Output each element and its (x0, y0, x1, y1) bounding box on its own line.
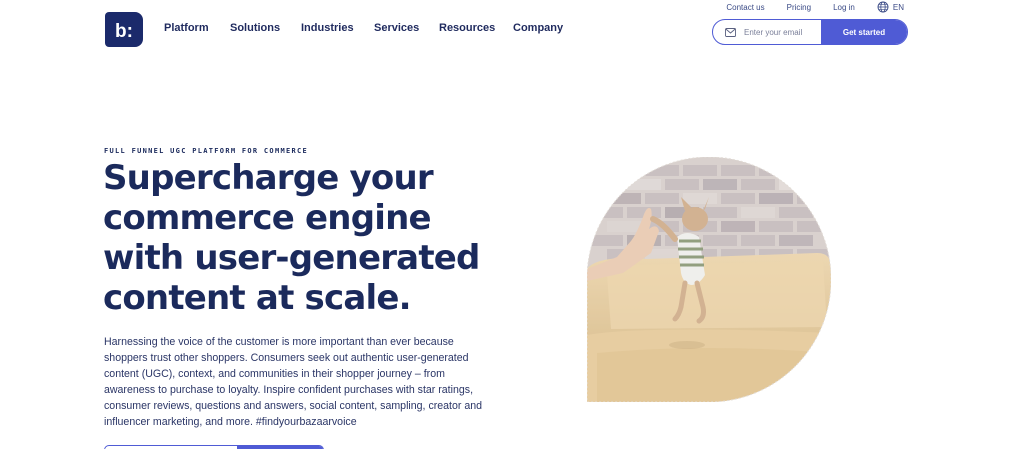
email-field-wrapper (713, 20, 821, 44)
nav-platform[interactable]: Platform (164, 22, 230, 34)
headline-line: Supercharge your (103, 158, 434, 198)
globe-icon (877, 1, 889, 13)
nav-company[interactable]: Company (513, 22, 573, 34)
main-nav: Platform Solutions Industries Services R… (164, 22, 573, 34)
headline-line: content at scale. (103, 278, 412, 318)
logo-glyph: b: (115, 21, 133, 42)
hero-cta-group[interactable] (104, 445, 324, 449)
pricing-link[interactable]: Pricing (787, 3, 811, 12)
headline-line: with user-generated (103, 238, 480, 278)
headline-line: commerce engine (103, 198, 432, 238)
get-started-button[interactable]: Get started (821, 20, 907, 44)
login-link[interactable]: Log in (833, 3, 855, 12)
dog-high-five-photo (587, 157, 831, 402)
language-selector[interactable]: EN (877, 1, 904, 13)
language-label: EN (892, 2, 904, 12)
nav-industries[interactable]: Industries (301, 22, 374, 34)
hero-body: Harnessing the voice of the customer is … (104, 336, 483, 428)
hero-eyebrow: FULL FUNNEL UGC PLATFORM FOR COMMERCE (104, 147, 309, 155)
nav-resources[interactable]: Resources (439, 22, 513, 34)
bazaarvoice-logo[interactable]: b: (105, 12, 143, 47)
email-signup-form: Get started (712, 19, 908, 45)
email-input[interactable] (744, 27, 816, 37)
contact-us-link[interactable]: Contact us (726, 3, 764, 12)
mail-icon (725, 27, 736, 37)
utility-nav: Contact us Pricing Log in EN (726, 1, 904, 13)
hero-headline: Supercharge your commerce engine with us… (103, 158, 533, 318)
hero-image (587, 157, 831, 402)
nav-solutions[interactable]: Solutions (230, 22, 301, 34)
nav-services[interactable]: Services (374, 22, 439, 34)
